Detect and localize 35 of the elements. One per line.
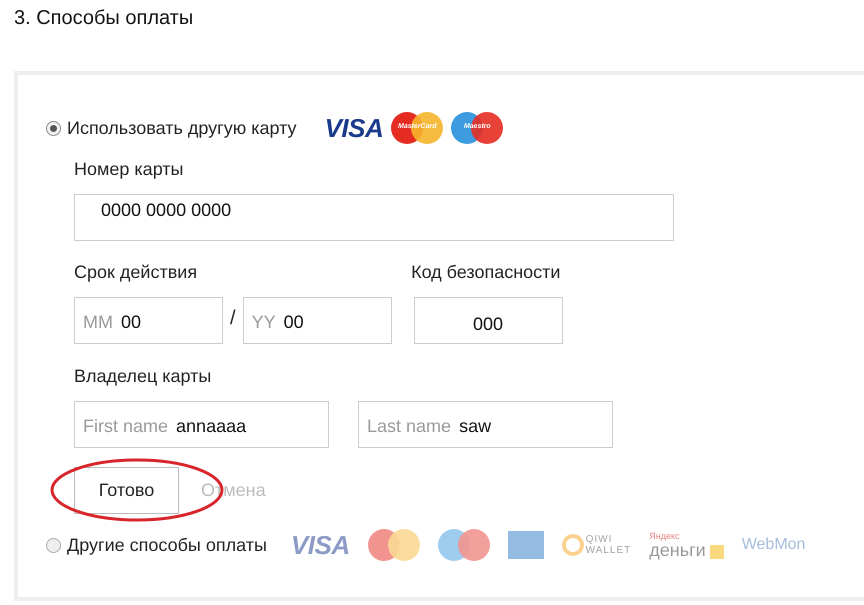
field-label: Номер карты <box>74 158 184 180</box>
field-value: annaaaa <box>176 414 246 436</box>
field-value: 00 <box>121 310 142 332</box>
placeholder-text: First name <box>83 414 168 436</box>
input-field[interactable]: YY 00 <box>242 297 392 344</box>
yandex-money-logo: Яндекс деньги <box>649 532 724 558</box>
input-field[interactable]: 000 <box>414 297 563 344</box>
field-value: 0000 0000 0000 <box>101 199 232 221</box>
visa-logo: VISA <box>324 112 384 144</box>
webmoney-logo: WebMon <box>742 536 806 554</box>
radio-button[interactable] <box>46 538 61 552</box>
mastercard-logo <box>368 529 420 561</box>
qiwi-logo: QIWI WALLET <box>562 534 632 556</box>
field-value: 000 <box>472 312 504 334</box>
input-field[interactable]: Last name saw <box>358 401 613 448</box>
input-field[interactable]: 0000 0000 0000 <box>74 194 674 241</box>
option-label[interactable]: Другие способы оплаты <box>67 534 267 556</box>
placeholder-text: Last name <box>367 414 452 436</box>
field-label: Владелец карты <box>74 365 212 387</box>
visa-logo: VISA <box>290 530 350 560</box>
input-field[interactable]: First name annaaaa <box>74 401 329 448</box>
placeholder-text: MM <box>83 310 113 332</box>
placeholder-text: YY <box>252 310 276 332</box>
field-label: Срок действия <box>74 261 198 283</box>
field-value: saw <box>459 414 492 436</box>
field-value: 00 <box>284 310 304 332</box>
maestro-logo <box>438 529 490 561</box>
field-label: Код безопасности <box>411 261 560 283</box>
radio-button[interactable] <box>46 120 61 136</box>
section-heading: 3. Способы оплаты <box>13 6 194 30</box>
separator-slash: / <box>230 307 236 329</box>
card-logo <box>508 531 544 559</box>
done-button[interactable]: Готово <box>74 467 179 514</box>
input-field[interactable]: MM 00 <box>74 297 223 344</box>
option-label[interactable]: Использовать другую карту <box>67 118 297 138</box>
